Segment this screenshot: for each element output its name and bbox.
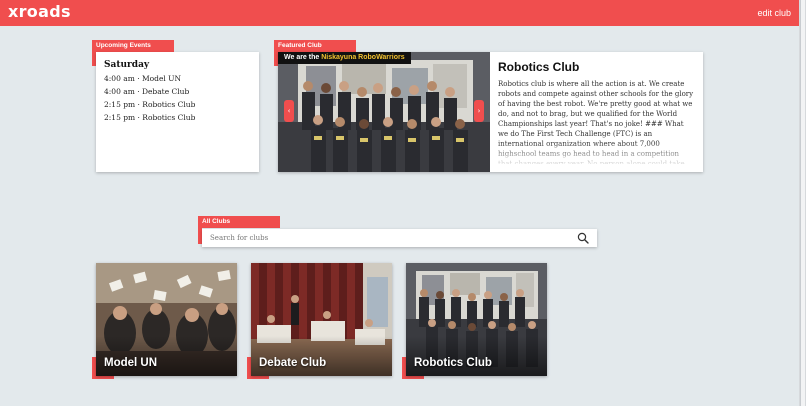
description-fade xyxy=(498,142,698,168)
all-clubs-tag: All Clubs xyxy=(198,216,280,228)
event-item[interactable]: 2:15 pm · Robotics Club xyxy=(104,98,251,111)
edit-club-link[interactable]: edit club xyxy=(757,8,791,18)
tile-shade xyxy=(96,336,237,376)
tile-shade xyxy=(406,336,547,376)
event-item[interactable]: 2:15 pm · Robotics Club xyxy=(104,111,251,124)
club-tile-label: Robotics Club xyxy=(414,357,492,369)
event-item[interactable]: 4:00 am · Debate Club xyxy=(104,85,251,98)
banner-highlight: Niskayuna RoboWarriors xyxy=(321,54,405,61)
events-day-heading: Saturday xyxy=(104,60,150,70)
search-box xyxy=(202,229,597,247)
banner-prefix: We are the xyxy=(284,54,322,61)
chevron-left-icon: ‹ xyxy=(287,107,291,115)
tile-accent xyxy=(402,376,424,379)
club-tile-label: Debate Club xyxy=(259,357,327,369)
featured-club-title[interactable]: Robotics Club xyxy=(498,60,579,74)
featured-banner: We are the Niskayuna RoboWarriors xyxy=(278,52,411,64)
chevron-right-icon: › xyxy=(477,107,481,115)
upcoming-events-card: Saturday 4:00 am · Model UN 4:00 am · De… xyxy=(96,52,259,172)
top-bar: xroads edit club xyxy=(0,0,799,26)
scrollbar-thumb[interactable] xyxy=(800,0,805,406)
club-search-input[interactable] xyxy=(210,232,570,244)
carousel-next-button[interactable]: › xyxy=(474,100,484,122)
tile-shade xyxy=(251,336,392,376)
search-icon[interactable] xyxy=(577,232,589,244)
event-item[interactable]: 4:00 am · Model UN xyxy=(104,72,251,85)
club-tile-model-un[interactable]: Model UN xyxy=(96,263,237,376)
carousel-prev-button[interactable]: ‹ xyxy=(284,100,294,122)
club-tile-label: Model UN xyxy=(104,357,158,369)
featured-club-tag: Featured Club xyxy=(274,40,356,52)
app-logo[interactable]: xroads xyxy=(8,2,71,21)
club-tile-debate-club[interactable]: Debate Club xyxy=(251,263,392,376)
tile-accent xyxy=(92,376,114,379)
featured-club-photo: We are the Niskayuna RoboWarriors ‹ › xyxy=(278,52,490,172)
featured-club-card: We are the Niskayuna RoboWarriors ‹ › Ro… xyxy=(278,52,703,172)
upcoming-events-tag: Upcoming Events xyxy=(92,40,174,52)
club-tile-robotics-club[interactable]: Robotics Club xyxy=(406,263,547,376)
tile-accent xyxy=(247,376,269,379)
